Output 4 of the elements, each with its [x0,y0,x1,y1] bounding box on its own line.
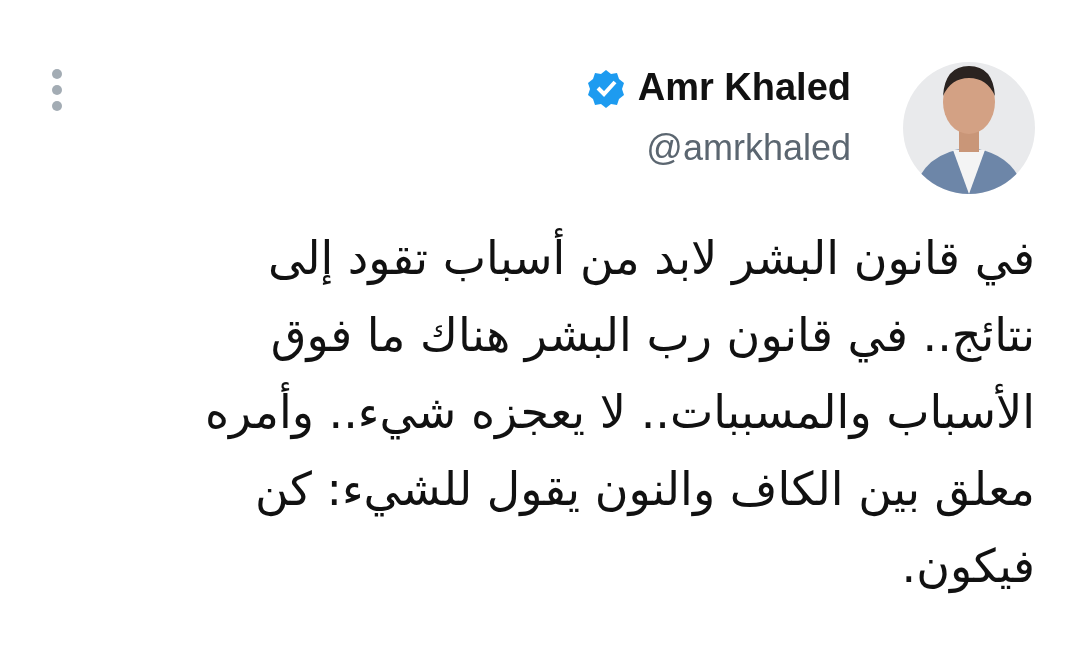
author-handle[interactable]: @amrkhaled [646,127,851,169]
author-name[interactable]: Amr Khaled [637,66,851,109]
tweet-text: في قانون البشر لابد من أسباب تقود إلى نتائج.. في قانون رب البشر هناك ما فوق الأسباب والمسببات.. لا يعجزه شيء.. وأمره معلق بين الكاف والنون يقول للشيء: كن فيكون. [50,220,1035,605]
more-icon[interactable] [50,68,64,112]
